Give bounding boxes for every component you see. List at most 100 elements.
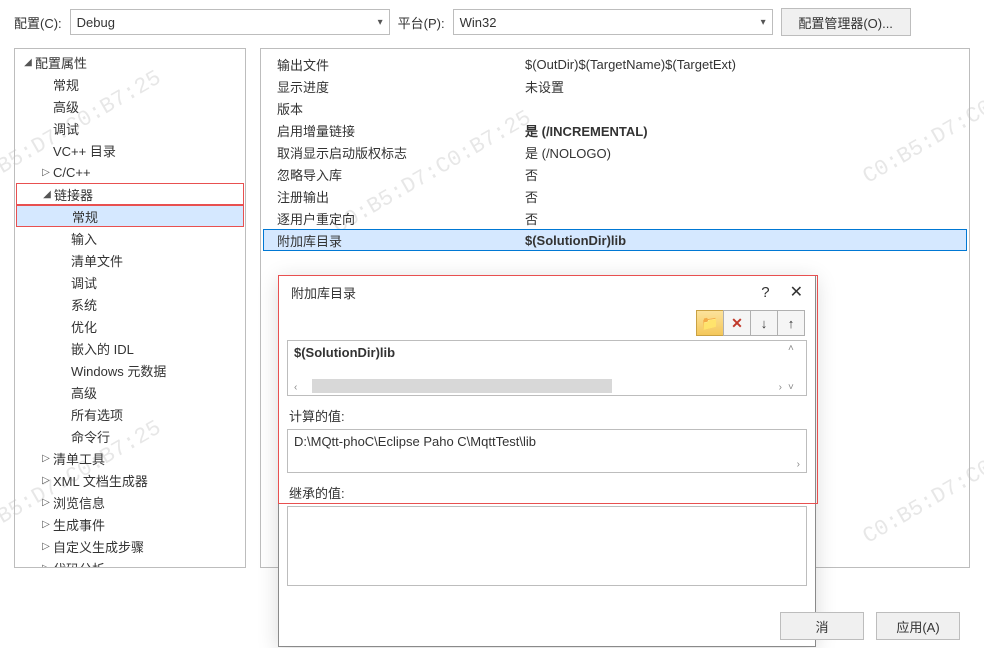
- scrollbar-thumb[interactable]: [312, 379, 612, 393]
- config-manager-button[interactable]: 配置管理器(O)...: [781, 8, 911, 36]
- property-value[interactable]: $(SolutionDir)lib: [523, 233, 967, 248]
- tree-item[interactable]: ▷C/C++: [15, 161, 245, 183]
- config-combo[interactable]: Debug ▾: [70, 9, 390, 35]
- cancel-button[interactable]: 消: [780, 612, 864, 640]
- tree-item[interactable]: 优化: [15, 315, 245, 337]
- tree-twisty-icon[interactable]: ▷: [39, 519, 53, 530]
- delete-button[interactable]: ✕: [723, 310, 751, 336]
- tree-item-label: 清单工具: [53, 449, 105, 468]
- close-icon[interactable]: ✕: [790, 282, 803, 302]
- property-name: 启用增量链接: [263, 121, 523, 140]
- tree-item[interactable]: 所有选项: [15, 403, 245, 425]
- tree-twisty-icon[interactable]: ◢: [40, 189, 54, 200]
- calculated-values-label: 计算的值:: [287, 406, 807, 425]
- tree-twisty-icon[interactable]: ◢: [21, 57, 35, 68]
- calculated-value: D:\MQtt-phoC\Eclipse Paho C\MqttTest\lib: [294, 434, 536, 449]
- platform-value: Win32: [460, 15, 497, 30]
- tree-scroll[interactable]: ◢配置属性常规高级调试VC++ 目录▷C/C++◢链接器常规输入清单文件调试系统…: [15, 49, 245, 567]
- platform-label: 平台(P):: [398, 13, 445, 32]
- property-row[interactable]: 输出文件$(OutDir)$(TargetName)$(TargetExt): [263, 53, 967, 75]
- tree-twisty-icon[interactable]: ▷: [39, 453, 53, 464]
- tree-item-label: 自定义生成步骤: [53, 537, 144, 556]
- tree-item[interactable]: 调试: [15, 271, 245, 293]
- property-row[interactable]: 附加库目录$(SolutionDir)lib: [263, 229, 967, 251]
- property-value[interactable]: $(OutDir)$(TargetName)$(TargetExt): [523, 57, 967, 72]
- calculated-values-box: D:\MQtt-phoC\Eclipse Paho C\MqttTest\lib…: [287, 429, 807, 473]
- tree-item-label: 命令行: [71, 427, 110, 446]
- inherited-values-box: [287, 506, 807, 586]
- property-row[interactable]: 启用增量链接是 (/INCREMENTAL): [263, 119, 967, 141]
- tree-twisty-icon[interactable]: ▷: [39, 563, 53, 568]
- property-row[interactable]: 版本: [263, 97, 967, 119]
- tree-item-label: 调试: [71, 273, 97, 292]
- tree-item[interactable]: Windows 元数据: [15, 359, 245, 381]
- platform-combo[interactable]: Win32 ▾: [453, 9, 773, 35]
- tree-twisty-icon[interactable]: ▷: [39, 497, 53, 508]
- tree-item[interactable]: ▷生成事件: [15, 513, 245, 535]
- directories-listbox[interactable]: $(SolutionDir)lib ˄ ˅ ‹ ›: [287, 340, 807, 396]
- new-folder-button[interactable]: 📁: [696, 310, 724, 336]
- tree-item-label: 常规: [72, 207, 98, 226]
- property-value[interactable]: 是 (/INCREMENTAL): [523, 121, 967, 140]
- scroll-down-icon[interactable]: ˅: [788, 382, 804, 393]
- scroll-left-icon[interactable]: ‹: [294, 382, 297, 393]
- property-row[interactable]: 显示进度未设置: [263, 75, 967, 97]
- tree-item[interactable]: 调试: [15, 117, 245, 139]
- tree-item-label: 所有选项: [71, 405, 123, 424]
- apply-button[interactable]: 应用(A): [876, 612, 960, 640]
- property-value[interactable]: 否: [523, 165, 967, 184]
- tree-item[interactable]: VC++ 目录: [15, 139, 245, 161]
- tree-item-label: 嵌入的 IDL: [71, 339, 134, 358]
- property-name: 逐用户重定向: [263, 209, 523, 228]
- property-value[interactable]: 否: [523, 209, 967, 228]
- tree-item-label: 配置属性: [35, 53, 87, 72]
- scroll-up-icon[interactable]: ˄: [788, 343, 804, 354]
- tree-twisty-icon[interactable]: ▷: [39, 167, 53, 178]
- tree-item[interactable]: 嵌入的 IDL: [15, 337, 245, 359]
- tree-item[interactable]: 高级: [15, 95, 245, 117]
- tree-item[interactable]: 高级: [15, 381, 245, 403]
- tree-item-label: 常规: [53, 75, 79, 94]
- scroll-right-icon[interactable]: ›: [797, 459, 800, 470]
- tree-item[interactable]: 输入: [15, 227, 245, 249]
- property-value[interactable]: 否: [523, 187, 967, 206]
- config-value: Debug: [77, 15, 115, 30]
- cancel-label: 消: [815, 617, 828, 636]
- property-row[interactable]: 取消显示启动版权标志是 (/NOLOGO): [263, 141, 967, 163]
- tree-item[interactable]: ▷自定义生成步骤: [15, 535, 245, 557]
- property-row[interactable]: 逐用户重定向否: [263, 207, 967, 229]
- property-value[interactable]: 未设置: [523, 77, 967, 96]
- scroll-right-icon[interactable]: ›: [779, 382, 782, 393]
- move-up-button[interactable]: ↑: [777, 310, 805, 336]
- property-row[interactable]: 注册输出否: [263, 185, 967, 207]
- property-value[interactable]: 是 (/NOLOGO): [523, 143, 967, 162]
- chevron-down-icon: ▾: [378, 17, 383, 28]
- tree-item[interactable]: 常规: [16, 205, 244, 227]
- tree-item[interactable]: 命令行: [15, 425, 245, 447]
- folder-icon: 📁: [701, 315, 718, 332]
- tree-item[interactable]: 系统: [15, 293, 245, 315]
- tree-item-label: 输入: [71, 229, 97, 248]
- tree-twisty-icon[interactable]: ▷: [39, 475, 53, 486]
- help-icon[interactable]: ?: [761, 284, 769, 301]
- tree-item-label: VC++ 目录: [53, 141, 116, 160]
- tree-item[interactable]: ▷浏览信息: [15, 491, 245, 513]
- tree-item-label: 系统: [71, 295, 97, 314]
- tree-item[interactable]: ▷代码分析: [15, 557, 245, 567]
- tree-item[interactable]: ▷XML 文档生成器: [15, 469, 245, 491]
- config-manager-label: 配置管理器(O)...: [798, 13, 893, 32]
- property-row[interactable]: 忽略导入库否: [263, 163, 967, 185]
- tree-item-label: 生成事件: [53, 515, 105, 534]
- tree-item-label: 高级: [53, 97, 79, 116]
- tree-item-label: 高级: [71, 383, 97, 402]
- tree-item[interactable]: ◢链接器: [16, 183, 244, 205]
- tree-item[interactable]: 常规: [15, 73, 245, 95]
- move-down-button[interactable]: ↓: [750, 310, 778, 336]
- tree-item[interactable]: 清单文件: [15, 249, 245, 271]
- tree-item[interactable]: ◢配置属性: [15, 51, 245, 73]
- directory-entry[interactable]: $(SolutionDir)lib: [294, 345, 800, 360]
- tree-twisty-icon[interactable]: ▷: [39, 541, 53, 552]
- tree-item-label: 优化: [71, 317, 97, 336]
- tree-item-label: 浏览信息: [53, 493, 105, 512]
- tree-item[interactable]: ▷清单工具: [15, 447, 245, 469]
